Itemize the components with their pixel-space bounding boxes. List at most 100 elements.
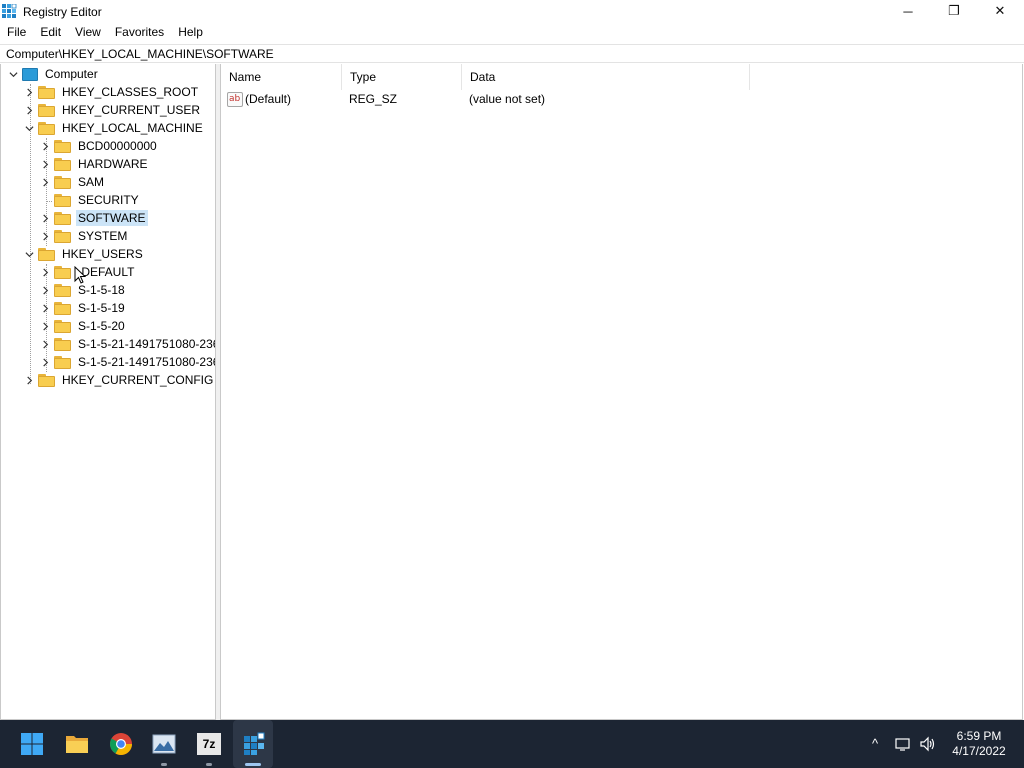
tree-item-label: HKEY_USERS (62, 247, 143, 261)
column-header-type[interactable]: Type (342, 64, 462, 90)
7zip-icon[interactable]: 7z (197, 733, 221, 755)
menu-view[interactable]: View (68, 24, 108, 42)
window-title: Registry Editor (23, 5, 102, 19)
tree-item-label: HKEY_CURRENT_CONFIG (62, 373, 214, 387)
registry-editor-icon[interactable] (241, 732, 265, 756)
active-indicator (245, 763, 261, 766)
menu-edit[interactable]: Edit (33, 24, 68, 42)
folder-icon (54, 301, 71, 315)
value-data: (value not set) (469, 92, 546, 106)
menu-help[interactable]: Help (171, 24, 210, 42)
menu-favorites[interactable]: Favorites (108, 24, 171, 42)
minimize-button[interactable]: ─ (885, 0, 931, 22)
registry-editor-icon (2, 4, 17, 18)
chevron-right-icon[interactable] (40, 155, 50, 173)
chevron-right-icon[interactable] (40, 353, 50, 371)
tree-item-hkcr[interactable]: HKEY_CLASSES_ROOT (23, 83, 200, 101)
value-type: REG_SZ (349, 92, 398, 106)
tree-item-label: SAM (78, 175, 105, 189)
chevron-right-icon[interactable] (40, 317, 50, 335)
chevron-right-icon[interactable] (40, 173, 50, 191)
tree-item-security[interactable]: SECURITY (39, 191, 141, 209)
tree-item-s-1-5-20[interactable]: S-1-5-20 (39, 317, 127, 335)
tree-item-hkcu[interactable]: HKEY_CURRENT_USER (23, 101, 202, 119)
chevron-right-icon[interactable] (40, 281, 50, 299)
tree-item-hkcc[interactable]: HKEY_CURRENT_CONFIG (23, 371, 215, 389)
chevron-right-icon[interactable] (40, 335, 50, 353)
chevron-down-icon[interactable] (8, 65, 18, 83)
folder-icon (38, 85, 55, 99)
tree-item-label: BCD00000000 (78, 139, 157, 153)
mouse-cursor-icon (74, 266, 86, 284)
chevron-right-icon[interactable] (40, 299, 50, 317)
folder-icon (54, 211, 71, 225)
tree-item-hklm[interactable]: HKEY_LOCAL_MACHINE (23, 119, 205, 137)
value-row[interactable]: ab (Default) REG_SZ (value not set) (221, 91, 821, 109)
tree-item-sam[interactable]: SAM (39, 173, 106, 191)
tree-item-s-1-5-21-b[interactable]: S-1-5-21-1491751080-2360 (39, 353, 216, 371)
folder-icon (54, 337, 71, 351)
chevron-right-icon[interactable] (24, 101, 34, 119)
tree-item-default[interactable]: .DEFAULT (39, 263, 136, 281)
column-header-name[interactable]: Name (221, 64, 342, 90)
computer-icon (22, 67, 38, 81)
chrome-icon[interactable] (109, 732, 133, 756)
taskbar-clock[interactable]: 6:59 PM 4/17/2022 (944, 729, 1014, 759)
file-explorer-icon[interactable] (65, 732, 89, 756)
tree-item-label: SECURITY (78, 193, 139, 207)
tree-item-computer[interactable]: Computer (7, 65, 100, 83)
network-icon[interactable] (894, 735, 912, 753)
address-bar[interactable]: Computer\HKEY_LOCAL_MACHINE\SOFTWARE (0, 44, 1024, 63)
chevron-right-icon[interactable] (24, 371, 34, 389)
chevron-down-icon[interactable] (24, 119, 34, 137)
folder-icon (54, 355, 71, 369)
tree-item-s-1-5-21-a[interactable]: S-1-5-21-1491751080-2360 (39, 335, 215, 353)
tree-item-label: S-1-5-21-1491751080-2360 (78, 355, 216, 369)
folder-icon (54, 193, 71, 207)
folder-icon (38, 247, 55, 261)
chevron-down-icon[interactable] (24, 245, 34, 263)
running-indicator (206, 763, 212, 766)
folder-icon (54, 157, 71, 171)
clock-date: 4/17/2022 (952, 744, 1006, 758)
tree-item-s-1-5-19[interactable]: S-1-5-19 (39, 299, 127, 317)
folder-icon (54, 319, 71, 333)
tree-item-label: S-1-5-19 (78, 301, 125, 315)
folder-icon (54, 229, 71, 243)
values-list[interactable]: Name Type Data ab (Default) REG_SZ (valu… (220, 64, 1023, 720)
clock-time: 6:59 PM (956, 729, 1002, 743)
title-bar: Registry Editor ─ ❐ ✕ (0, 0, 1024, 24)
column-header-data[interactable]: Data (462, 64, 750, 90)
tree-item-bcd[interactable]: BCD00000000 (39, 137, 159, 155)
volume-icon[interactable] (919, 735, 937, 753)
taskbar: 7z ^ 6:59 PM 4/17/2022 (0, 720, 1024, 768)
tree-item-hku[interactable]: HKEY_USERS (23, 245, 145, 263)
tree-item-hardware[interactable]: HARDWARE (39, 155, 150, 173)
tree-item-label: HKEY_LOCAL_MACHINE (62, 121, 203, 135)
folder-icon (38, 103, 55, 117)
folder-icon (38, 373, 55, 387)
chevron-right-icon[interactable] (40, 263, 50, 281)
key-tree[interactable]: Computer HKEY_CLASSES_ROOT HKEY_CURRENT_… (0, 64, 216, 720)
string-value-icon: ab (227, 92, 243, 107)
tree-item-label: Computer (45, 67, 98, 81)
folder-icon (54, 265, 71, 279)
start-icon[interactable] (20, 732, 44, 756)
tree-item-label-selected: SOFTWARE (76, 210, 148, 226)
tree-item-software[interactable]: SOFTWARE (39, 209, 148, 227)
tree-item-system[interactable]: SYSTEM (39, 227, 129, 245)
chevron-right-icon[interactable] (40, 227, 50, 245)
tree-item-label: SYSTEM (78, 229, 128, 243)
address-path[interactable]: Computer\HKEY_LOCAL_MACHINE\SOFTWARE (6, 47, 274, 61)
photos-icon[interactable] (152, 732, 176, 756)
tree-item-label: S-1-5-20 (78, 319, 125, 333)
menu-file[interactable]: File (0, 24, 33, 42)
tree-item-label: HKEY_CURRENT_USER (62, 103, 201, 117)
chevron-right-icon[interactable] (24, 83, 34, 101)
maximize-button[interactable]: ❐ (931, 0, 977, 22)
close-button[interactable]: ✕ (977, 0, 1023, 22)
folder-icon (54, 139, 71, 153)
chevron-up-icon[interactable]: ^ (866, 735, 884, 753)
chevron-right-icon[interactable] (40, 209, 50, 227)
chevron-right-icon[interactable] (40, 137, 50, 155)
